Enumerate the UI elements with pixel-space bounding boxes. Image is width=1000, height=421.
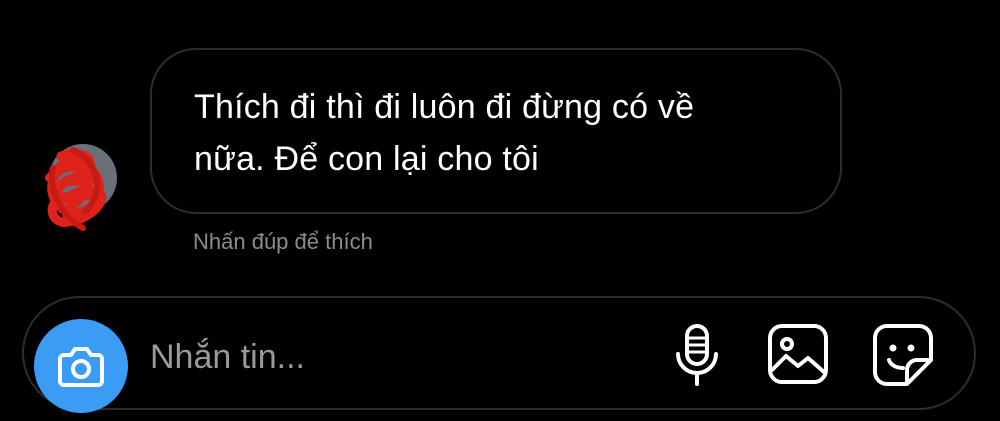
voice-message-button[interactable] — [659, 318, 735, 394]
gallery-button[interactable] — [760, 318, 836, 394]
double-tap-hint: Nhấn đúp để thích — [193, 229, 373, 254]
message-bubble[interactable]: Thích đi thì đi luôn đi đừng có về nữa. … — [150, 48, 842, 214]
mic-icon — [676, 324, 718, 386]
camera-icon — [58, 347, 104, 387]
camera-button[interactable] — [34, 319, 128, 413]
message-input[interactable] — [150, 332, 630, 382]
image-icon — [768, 324, 828, 384]
sticker-icon — [873, 324, 933, 386]
avatar[interactable] — [33, 138, 123, 238]
chat-screen: Thích đi thì đi luôn đi đừng có về nữa. … — [0, 0, 1000, 421]
message-text: Thích đi thì đi luôn đi đừng có về nữa. … — [194, 88, 695, 178]
sticker-button[interactable] — [865, 318, 941, 394]
